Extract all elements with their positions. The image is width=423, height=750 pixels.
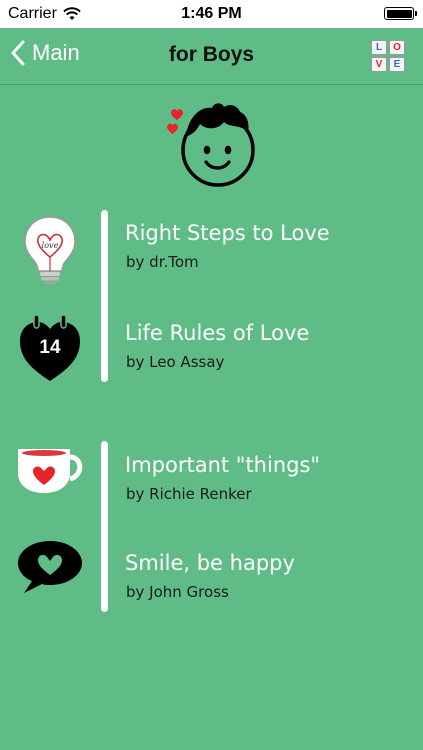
book-author: by Leo Assay (126, 353, 225, 371)
love-tile-l: L (371, 40, 387, 55)
speech-bubble-heart-icon (18, 541, 82, 593)
calendar-day: 14 (39, 337, 61, 358)
book-author: by Richie Renker (126, 485, 252, 503)
book-item-smile-be-happy[interactable]: Smile, be happy by John Gross (0, 541, 423, 625)
book-title: Life Rules of Love (125, 321, 310, 345)
love-logo-button[interactable]: L O V E (371, 40, 405, 72)
love-tile-o: O (389, 40, 405, 55)
love-tile-e: E (389, 57, 405, 72)
boy-face-icon (167, 103, 255, 187)
heart-icon (171, 109, 183, 120)
book-title: Smile, be happy (125, 551, 295, 575)
book-author: by John Gross (126, 583, 229, 601)
status-bar: Carrier 1:46 PM (0, 0, 423, 28)
book-item-right-steps-to-love[interactable]: love Right Steps to Love by dr.Tom (0, 215, 423, 295)
cup-heart-icon (18, 449, 83, 493)
page-title: for Boys (168, 43, 255, 66)
status-time: 1:46 PM (181, 5, 242, 22)
book-title: Right Steps to Love (125, 221, 330, 245)
battery-icon (384, 7, 417, 20)
book-title: Important "things" (125, 453, 321, 477)
lightbulb-heart-icon: love (24, 216, 76, 285)
heart-icon (167, 123, 178, 134)
svg-text:love: love (42, 241, 59, 250)
book-item-important-things[interactable]: Important "things" by Richie Renker (0, 447, 423, 527)
navigation-bar: Main for Boys L O V E (0, 28, 423, 85)
calendar-heart-icon: 14 (20, 315, 80, 381)
love-tile-v: V (371, 57, 387, 72)
book-item-life-rules-of-love[interactable]: 14 Life Rules of Love by Leo Assay (0, 315, 423, 395)
book-author: by dr.Tom (126, 253, 199, 271)
